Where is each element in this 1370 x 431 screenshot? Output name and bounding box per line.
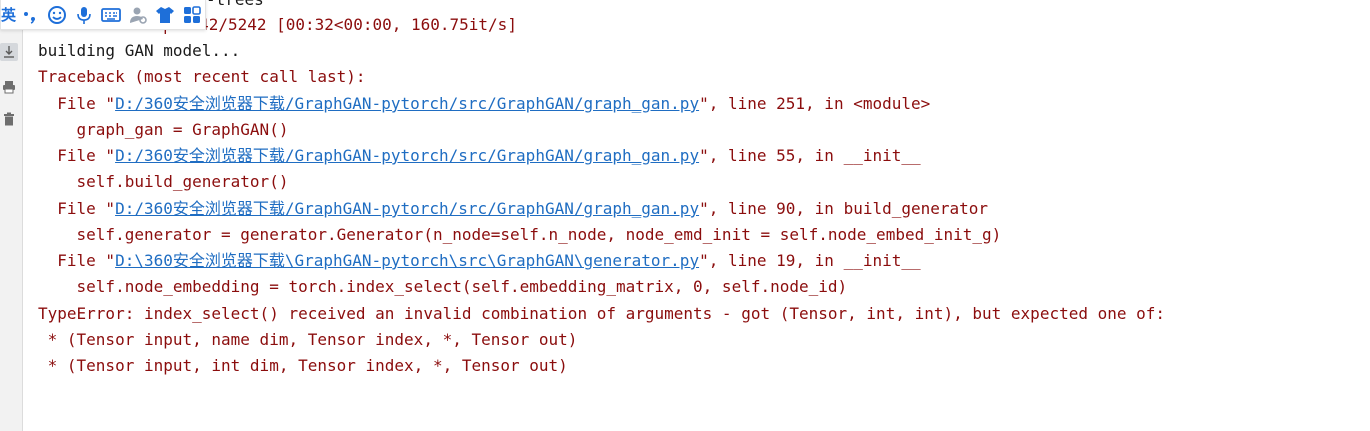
traceback-header: Traceback (most recent call last): [38, 67, 366, 86]
traceback-code: self.generator = generator.Generator(n_n… [38, 225, 1002, 244]
building-line: building GAN model... [38, 41, 241, 60]
error-message: TypeError: index_select() received an in… [38, 304, 1166, 323]
traceback-code: self.build_generator() [38, 172, 289, 191]
user-icon[interactable] [124, 1, 151, 29]
traceback-frame: File "D:/360安全浏览器下载/GraphGAN-pytorch/src… [38, 94, 931, 113]
traceback-frame: File "D:\360安全浏览器下载\GraphGAN-pytorch\src… [38, 251, 921, 270]
language-toggle[interactable]: 英 [1, 1, 17, 29]
traceback-code: graph_gan = GraphGAN() [38, 120, 289, 139]
emoji-icon[interactable] [44, 1, 71, 29]
console-toolbar [0, 0, 23, 431]
keyboard-icon[interactable] [98, 1, 125, 29]
file-link[interactable]: D:/360安全浏览器下载/GraphGAN-pytorch/src/Graph… [115, 146, 699, 165]
punctuation-icon[interactable] [17, 1, 44, 29]
traceback-frame: File "D:/360安全浏览器下载/GraphGAN-pytorch/src… [38, 199, 989, 218]
skin-icon[interactable] [151, 1, 178, 29]
microphone-icon[interactable] [71, 1, 98, 29]
traceback-frame: File "D:/360安全浏览器下载/GraphGAN-pytorch/src… [38, 146, 921, 165]
signature-line: * (Tensor input, int dim, Tensor index, … [38, 356, 568, 375]
progress-stats: | 5242/5242 [00:32<00:00, 160.75it/s] [160, 15, 517, 34]
file-link[interactable]: D:/360安全浏览器下载/GraphGAN-pytorch/src/Graph… [115, 199, 699, 218]
print-icon[interactable] [0, 78, 18, 96]
apps-icon[interactable] [178, 1, 205, 29]
trash-icon[interactable] [0, 110, 18, 128]
traceback-code: self.node_embedding = torch.index_select… [38, 277, 848, 296]
file-link[interactable]: D:/360安全浏览器下载/GraphGAN-pytorch/src/Graph… [115, 94, 699, 113]
file-link[interactable]: D:\360安全浏览器下载\GraphGAN-pytorch\src\Graph… [115, 251, 699, 270]
ime-toolbar: 英 [0, 0, 206, 30]
scroll-to-end-icon[interactable] [0, 43, 18, 61]
signature-line: * (Tensor input, name dim, Tensor index,… [38, 330, 578, 349]
